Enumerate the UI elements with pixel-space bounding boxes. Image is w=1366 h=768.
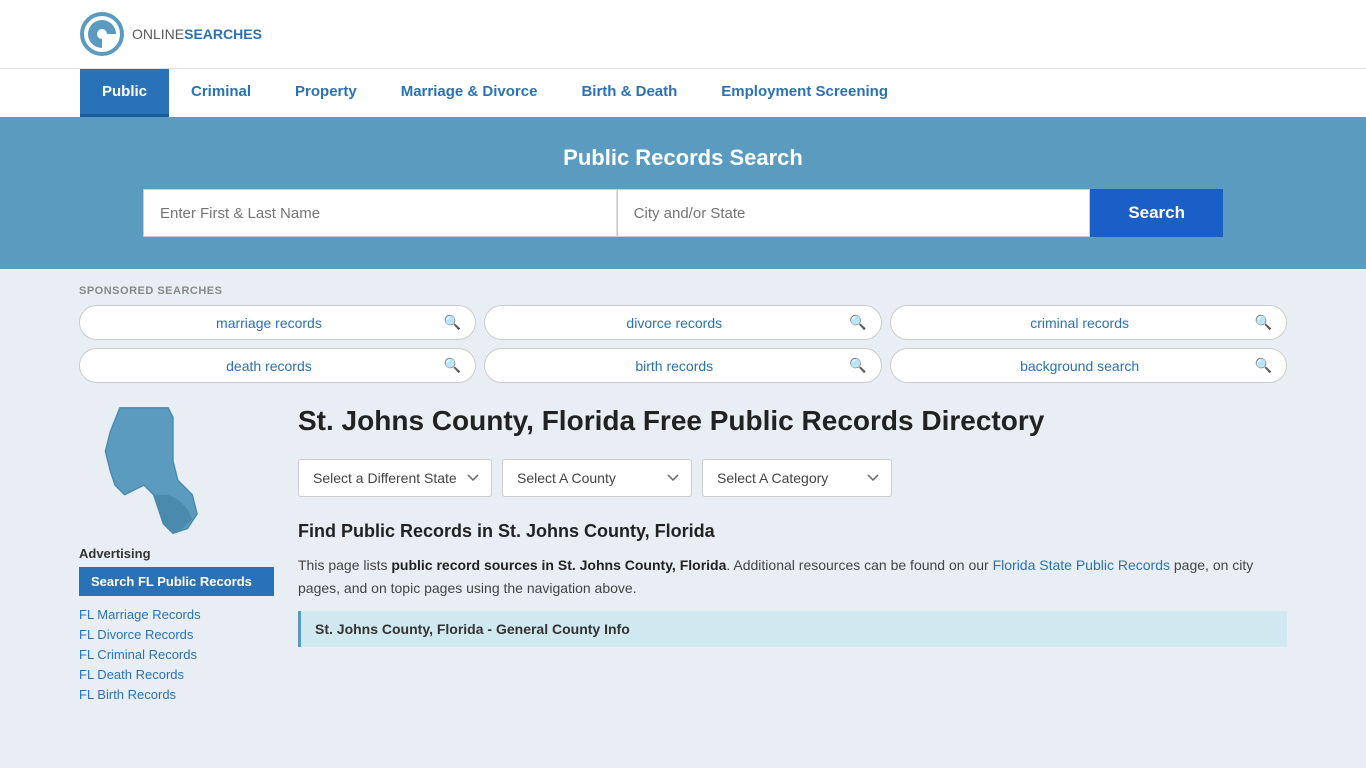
site-header: ONLINESEARCHES xyxy=(0,0,1366,68)
sponsored-pills: marriage records 🔍 divorce records 🔍 cri… xyxy=(79,305,1287,383)
nav-birth-death[interactable]: Birth & Death xyxy=(559,69,699,117)
nav-employment[interactable]: Employment Screening xyxy=(699,69,910,117)
right-content: St. Johns County, Florida Free Public Re… xyxy=(298,403,1287,706)
name-input[interactable] xyxy=(143,189,617,237)
find-desc-part1: This page lists xyxy=(298,557,391,573)
hero-title: Public Records Search xyxy=(80,145,1286,171)
pill-marriage[interactable]: marriage records 🔍 xyxy=(79,305,476,340)
county-heading: St. Johns County, Florida Free Public Re… xyxy=(298,403,1287,439)
search-icon-3: 🔍 xyxy=(1255,314,1272,331)
sidebar-links: FL Marriage Records FL Divorce Records F… xyxy=(79,606,274,702)
list-item: FL Marriage Records xyxy=(79,606,274,622)
sponsored-label: SPONSORED SEARCHES xyxy=(79,285,1287,297)
state-dropdown[interactable]: Select a Different State xyxy=(298,459,492,497)
pill-background[interactable]: background search 🔍 xyxy=(890,348,1287,383)
nav-marriage-divorce[interactable]: Marriage & Divorce xyxy=(379,69,560,117)
search-icon-5: 🔍 xyxy=(849,357,866,374)
location-input[interactable] xyxy=(617,189,1091,237)
florida-map-icon xyxy=(79,403,209,543)
general-info-bar: St. Johns County, Florida - General Coun… xyxy=(298,611,1287,647)
sidebar: Advertising Search FL Public Records FL … xyxy=(79,403,274,706)
pill-marriage-text: marriage records xyxy=(94,315,444,331)
search-icon-4: 🔍 xyxy=(444,357,461,374)
main-nav: Public Criminal Property Marriage & Divo… xyxy=(0,68,1366,117)
pill-death[interactable]: death records 🔍 xyxy=(79,348,476,383)
list-item: FL Divorce Records xyxy=(79,626,274,642)
logo-icon xyxy=(80,12,124,56)
nav-criminal[interactable]: Criminal xyxy=(169,69,273,117)
pill-background-text: background search xyxy=(905,358,1255,374)
logo[interactable]: ONLINESEARCHES xyxy=(80,12,262,56)
sidebar-ad-button[interactable]: Search FL Public Records xyxy=(79,567,274,596)
pill-birth-text: birth records xyxy=(499,358,849,374)
nav-public[interactable]: Public xyxy=(80,69,169,117)
find-desc-part2: . Additional resources can be found on o… xyxy=(726,557,992,573)
list-item: FL Birth Records xyxy=(79,686,274,702)
search-button[interactable]: Search xyxy=(1090,189,1223,237)
pill-death-text: death records xyxy=(94,358,444,374)
logo-online: ONLINE xyxy=(132,26,184,42)
sponsored-section: SPONSORED SEARCHES marriage records 🔍 di… xyxy=(79,285,1287,706)
logo-text: ONLINESEARCHES xyxy=(132,26,262,42)
pill-divorce[interactable]: divorce records 🔍 xyxy=(484,305,881,340)
county-content: Advertising Search FL Public Records FL … xyxy=(79,403,1287,706)
nav-property[interactable]: Property xyxy=(273,69,379,117)
main-content: SPONSORED SEARCHES marriage records 🔍 di… xyxy=(63,269,1303,736)
pill-divorce-text: divorce records xyxy=(499,315,849,331)
search-row: Search xyxy=(143,189,1223,237)
search-icon-1: 🔍 xyxy=(444,314,461,331)
pill-criminal[interactable]: criminal records 🔍 xyxy=(890,305,1287,340)
county-dropdown[interactable]: Select A County xyxy=(502,459,692,497)
find-description: This page lists public record sources in… xyxy=(298,554,1287,599)
find-desc-bold: public record sources in St. Johns Count… xyxy=(391,557,726,573)
fl-marriage-link[interactable]: FL Marriage Records xyxy=(79,607,201,622)
fl-birth-link[interactable]: FL Birth Records xyxy=(79,687,176,702)
list-item: FL Criminal Records xyxy=(79,646,274,662)
category-dropdown[interactable]: Select A Category xyxy=(702,459,892,497)
florida-records-link[interactable]: Florida State Public Records xyxy=(993,557,1170,573)
dropdowns-row: Select a Different State Select A County… xyxy=(298,459,1287,497)
search-icon-2: 🔍 xyxy=(849,314,866,331)
list-item: FL Death Records xyxy=(79,666,274,682)
search-icon-6: 🔍 xyxy=(1255,357,1272,374)
advertising-label: Advertising xyxy=(79,546,274,561)
fl-divorce-link[interactable]: FL Divorce Records xyxy=(79,627,193,642)
fl-death-link[interactable]: FL Death Records xyxy=(79,667,184,682)
find-heading: Find Public Records in St. Johns County,… xyxy=(298,521,1287,542)
pill-criminal-text: criminal records xyxy=(905,315,1255,331)
hero-banner: Public Records Search Search xyxy=(0,117,1366,269)
pill-birth[interactable]: birth records 🔍 xyxy=(484,348,881,383)
logo-searches: SEARCHES xyxy=(184,26,262,42)
fl-criminal-link[interactable]: FL Criminal Records xyxy=(79,647,197,662)
